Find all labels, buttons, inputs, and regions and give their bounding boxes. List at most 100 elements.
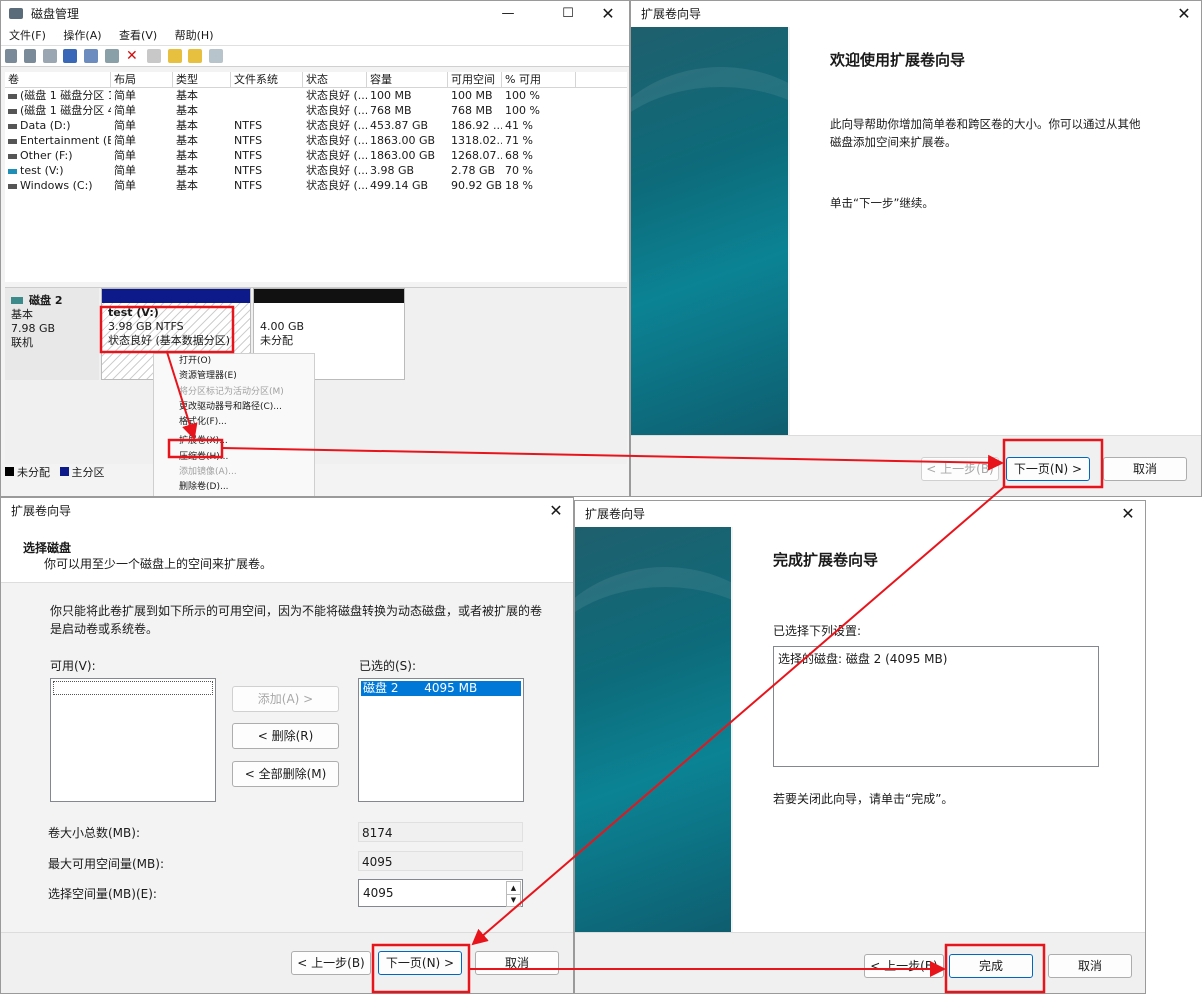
table-cell: 基本 [176,119,198,132]
table-cell: test (V:) [5,163,111,178]
table-cell: 基本 [176,89,198,102]
table-cell: NTFS [234,134,263,147]
menu-format[interactable]: 格式化(F)... [179,415,314,430]
col-layout[interactable]: 布局 [111,72,173,87]
finish-button[interactable]: 完成 [949,954,1033,978]
menu-open[interactable]: 打开(O) [179,354,314,369]
console-icon[interactable] [42,49,57,63]
connect-icon[interactable] [105,49,120,63]
cancel-button[interactable]: 取消 [1048,954,1132,978]
menu-help[interactable]: 帮助(H) [175,29,214,42]
table-row[interactable]: Entertainment (E:)简单 基本 NTFS 状态良好 (...1863.… [5,133,627,148]
settings-textbox[interactable]: 选择的磁盘: 磁盘 2 (4095 MB) [773,646,1099,767]
minimize-button[interactable]: — [491,1,525,27]
disk-label[interactable]: 磁盘 2 基本 7.98 GB 联机 [5,288,99,380]
cancel-button[interactable]: 取消 [475,951,559,975]
col-status[interactable]: 状态 [303,72,367,87]
close-button[interactable]: ✕ [591,1,625,27]
table-cell: (磁盘 1 磁盘分区 4) [5,103,111,118]
table-row[interactable]: Other (F:) 简单 基本 NTFS 状态良好 (... 1863.00 GB 126… [5,148,627,163]
spin-up-icon[interactable]: ▲ [506,881,521,895]
page-title: 欢迎使用扩展卷向导 [830,51,966,69]
legend-unallocated: 未分配 [17,466,50,479]
selected-listbox[interactable]: 磁盘 2 4095 MB [358,678,524,802]
context-menu: 打开(O) 资源管理器(E) 将分区标记为活动分区(M) 更改驱动器号和路径(C… [153,353,315,496]
remove-button[interactable]: < 删除(R) [232,723,339,749]
volume-icon [8,183,17,189]
volume-icon [8,93,17,99]
page-title: 完成扩展卷向导 [773,551,879,569]
col-filesystem[interactable]: 文件系统 [231,72,303,87]
menu-shrink-volume[interactable]: 压缩卷(H)... [179,450,314,465]
properties-icon[interactable] [84,49,99,63]
window-title: 扩展卷向导 [641,7,702,21]
cancel-button[interactable]: 取消 [1103,457,1187,481]
table-cell: 简单 [114,164,136,177]
col-type[interactable]: 类型 [173,72,231,87]
select-space-value[interactable]: 4095 [363,886,394,900]
selected-item[interactable]: 磁盘 2 4095 MB [361,681,521,696]
back-button[interactable]: < 上一步(B) [921,457,999,481]
selected-item-disk: 磁盘 2 [363,681,399,695]
table-cell: Windows (C:) [5,178,111,193]
table-cell: 状态良好 (... [306,119,367,132]
volume-name: (磁盘 1 磁盘分区 4) [20,104,111,117]
forward-icon[interactable] [23,49,36,63]
close-hint: 若要关闭此向导，请单击“完成”。 [773,792,954,806]
list-icon[interactable] [209,49,224,63]
volume-name: Entertainment (E:) [20,134,111,147]
help-icon[interactable] [63,49,78,63]
menu-change-letter[interactable]: 更改驱动器号和路径(C)... [179,400,314,415]
folder-search-icon[interactable] [188,49,203,63]
menu-file[interactable]: 文件(F) [9,29,46,42]
volume-icon [8,123,17,129]
menu-mark-active[interactable]: 将分区标记为活动分区(M) [179,385,314,400]
table-row[interactable]: (磁盘 1 磁盘分区 1) 简单 基本 状态良好 (... 100 MB 100 MB 10… [5,88,627,103]
menu-bar: 文件(F) 操作(A) 查看(V) 帮助(H) [1,27,629,45]
info-text-1: 你只能将此卷扩展到如下所示的可用空间，因为不能将磁盘转换为动态磁盘，或者被扩展的… [50,604,543,618]
back-button[interactable]: < 上一步(B) [864,954,944,978]
table-cell: 18 % [505,179,533,192]
remove-all-button[interactable]: < 全部删除(M) [232,761,339,787]
close-button[interactable]: ✕ [1111,501,1145,527]
add-button[interactable]: 添加(A) > [232,686,339,712]
table-cell: 基本 [176,179,198,192]
next-button[interactable]: 下一页(N) > [378,951,462,975]
table-row[interactable]: test (V:) 简单 基本 NTFS 状态良好 (... 3.98 GB 2.78 GB… [5,163,627,178]
menu-explorer[interactable]: 资源管理器(E) [179,369,314,384]
close-button[interactable]: ✕ [1167,1,1201,27]
back-button[interactable]: < 上一步(B) [291,951,371,975]
folder-up-icon[interactable] [167,49,182,63]
spin-down-icon[interactable]: ▼ [506,894,521,907]
col-free[interactable]: 可用空间 [448,72,502,87]
menu-delete-volume[interactable]: 删除卷(D)... [179,480,314,495]
window-title: 扩展卷向导 [11,504,72,518]
available-listbox[interactable] [50,678,216,802]
table-cell: 768 MB [370,104,412,117]
unallocated-status: 未分配 [260,334,293,347]
unallocated-size: 4.00 GB [260,320,305,333]
table-row[interactable]: (磁盘 1 磁盘分区 4) 简单 基本 状态良好 (... 768 MB 768 MB 10… [5,103,627,118]
select-space-stepper[interactable]: 4095 ▲ ▼ [358,879,523,907]
maximize-button[interactable]: ☐ [551,1,585,27]
table-cell: 453.87 GB [370,119,429,132]
menu-extend-volume[interactable]: 扩展卷(X)... [179,434,314,449]
menu-action[interactable]: 操作(A) [63,29,101,42]
col-capacity[interactable]: 容量 [367,72,448,87]
table-cell: NTFS [234,119,263,132]
close-button[interactable]: ✕ [539,498,573,524]
menu-view[interactable]: 查看(V) [119,29,157,42]
check-icon[interactable] [146,49,161,63]
delete-icon[interactable]: ✕ [126,49,140,63]
back-icon[interactable] [5,49,17,63]
col-percent-free[interactable]: % 可用 [502,72,576,87]
menu-add-mirror[interactable]: 添加镜像(A)... [179,465,314,480]
table-cell: 1268.07... [451,149,502,162]
table-row[interactable]: Data (D:) 简单 基本 NTFS 状态良好 (... 453.87 GB 186.9… [5,118,627,133]
col-volume[interactable]: 卷 [5,72,111,87]
table-row[interactable]: Windows (C:) 简单 基本 NTFS 状态良好 (... 499.14 GB 90… [5,178,627,193]
table-cell: 68 % [505,149,533,162]
next-button[interactable]: 下一页(N) > [1006,457,1090,481]
table-cell: 71 % [505,134,533,147]
info-text-2: 是启动卷或系统卷。 [50,622,159,636]
